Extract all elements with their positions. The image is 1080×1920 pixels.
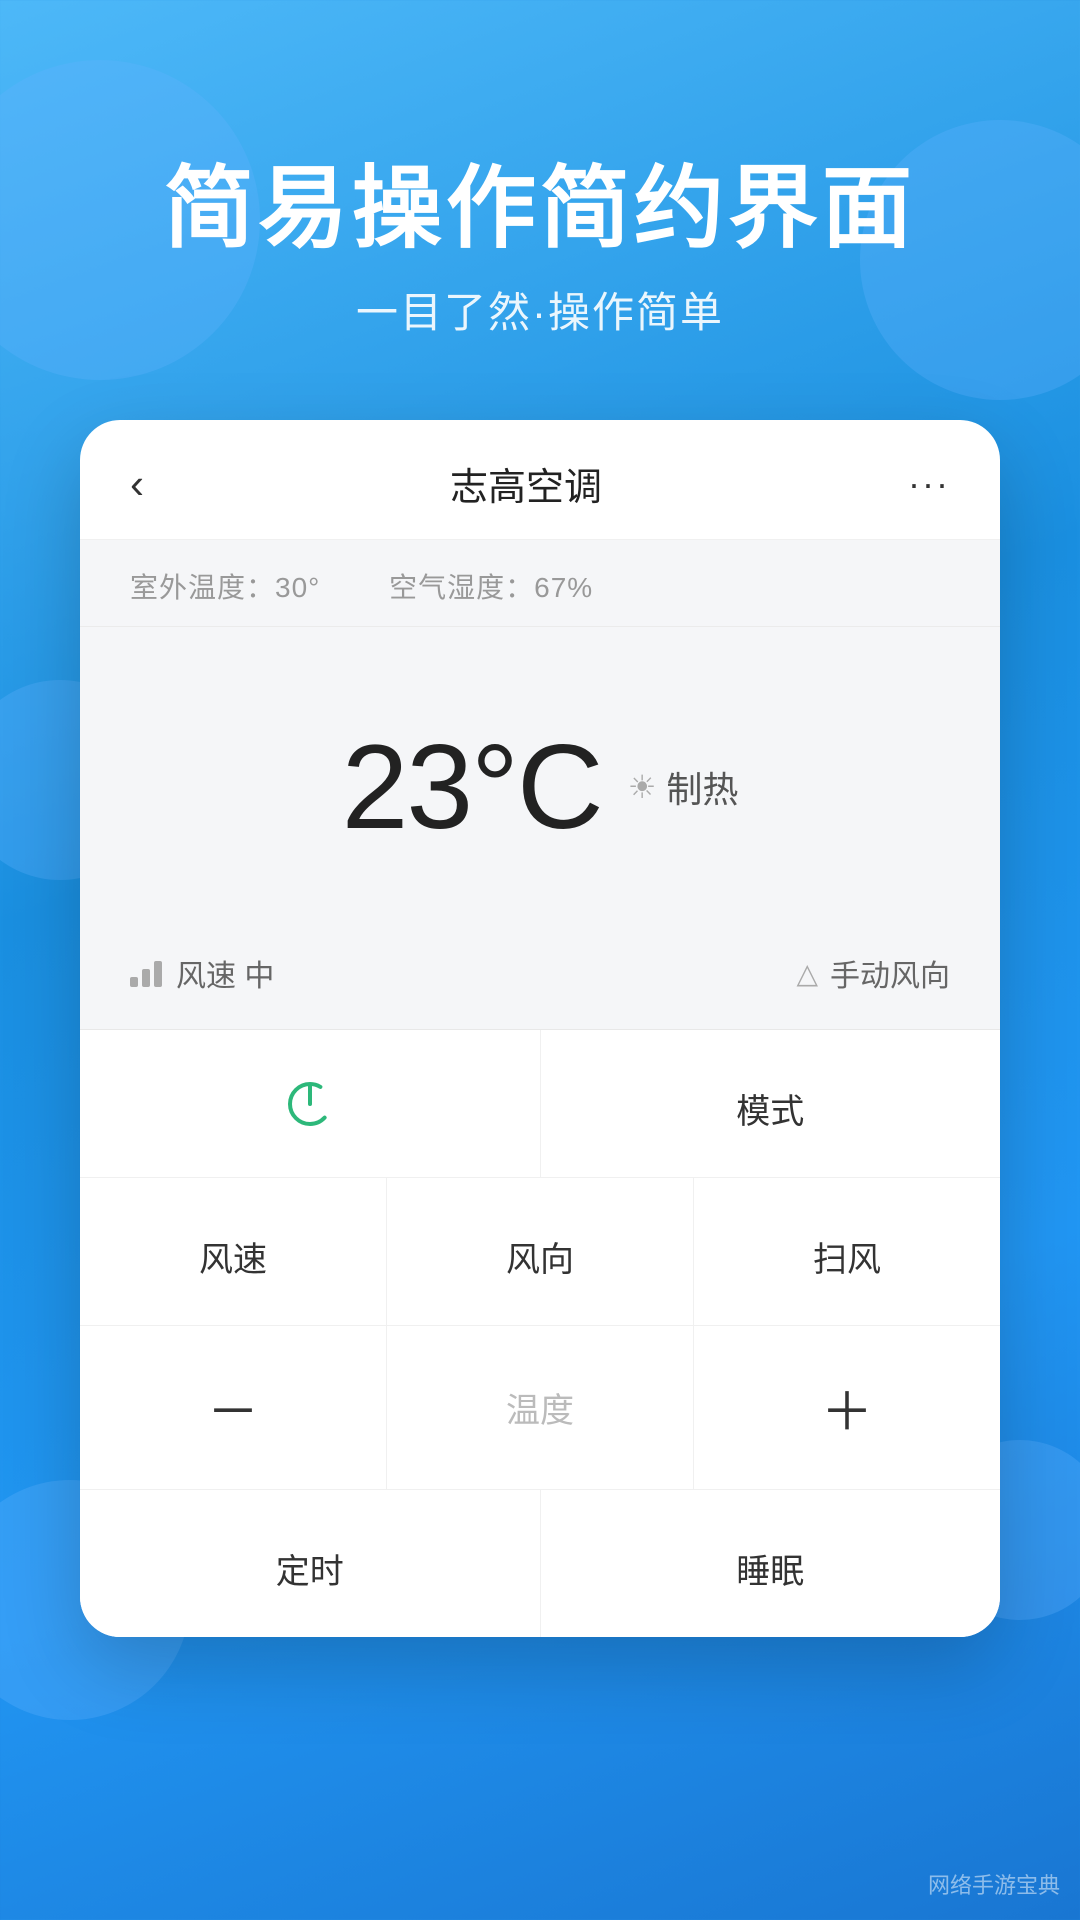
temp-main: 23°C ☀ 制热 (342, 718, 739, 856)
mode-button[interactable]: 模式 (541, 1030, 1001, 1177)
temp-plus-icon: ＋ (821, 1370, 873, 1445)
phone-card: ‹ 志高空调 ··· 室外温度：30° 空气湿度：67% 23°C ☀ 制热 风… (80, 420, 1000, 1637)
temp-display-area: 23°C ☀ 制热 (80, 627, 1000, 927)
header-section: 简易操作简约界面 一目了然·操作简单 (0, 160, 1080, 340)
wind-dir-button[interactable]: 风向 (387, 1178, 694, 1325)
sweep-btn-label: 扫风 (813, 1232, 881, 1281)
sleep-button[interactable]: 睡眠 (541, 1490, 1001, 1637)
control-row-1: 模式 (80, 1030, 1000, 1178)
back-button[interactable]: ‹ (130, 460, 144, 508)
fan-bar: 风速 中 △ 手动风向 (80, 927, 1000, 1030)
timer-label: 定时 (276, 1544, 344, 1593)
watermark: 网络手游宝典 (928, 1868, 1060, 1900)
card-header: ‹ 志高空调 ··· (80, 420, 1000, 540)
fan-direction-label: 手动风向 (830, 951, 950, 995)
fan-speed-btn-label: 风速 (199, 1232, 267, 1281)
fan-bar-seg-1 (130, 977, 138, 987)
fan-bar-seg-2 (142, 969, 150, 987)
sun-icon: ☀ (628, 768, 657, 806)
fan-bars-icon (130, 959, 162, 987)
more-button[interactable]: ··· (908, 463, 950, 505)
temp-increase-button[interactable]: ＋ (694, 1326, 1000, 1489)
weather-info: 室外温度：30° 空气湿度：67% (130, 572, 653, 603)
control-row-3: － 温度 ＋ (80, 1326, 1000, 1490)
main-title: 简易操作简约界面 (0, 160, 1080, 259)
card-title: 志高空调 (450, 456, 602, 511)
temp-mode-label: 制热 (666, 761, 738, 813)
fan-direction-display: △ 手动风向 (796, 951, 950, 995)
fan-speed-button[interactable]: 风速 (80, 1178, 387, 1325)
mode-label: 模式 (736, 1084, 804, 1133)
temp-decrease-button[interactable]: － (80, 1326, 387, 1489)
fan-speed-label: 风速 中 (176, 951, 274, 995)
humidity: 空气湿度：67% (389, 572, 593, 603)
sweep-button[interactable]: 扫风 (694, 1178, 1000, 1325)
sub-title: 一目了然·操作简单 (0, 279, 1080, 340)
temp-label: 温度 (506, 1383, 574, 1432)
wind-dir-btn-label: 风向 (506, 1232, 574, 1281)
timer-button[interactable]: 定时 (80, 1490, 541, 1637)
temp-label-cell: 温度 (387, 1326, 694, 1489)
control-row-4: 定时 睡眠 (80, 1490, 1000, 1637)
power-button[interactable] (80, 1030, 541, 1177)
sleep-label: 睡眠 (736, 1544, 804, 1593)
temp-minus-icon: － (207, 1370, 259, 1445)
wind-icon: △ (796, 957, 818, 990)
control-grid: 模式 风速 风向 扫风 － 温度 ＋ (80, 1030, 1000, 1637)
weather-bar: 室外温度：30° 空气湿度：67% (80, 540, 1000, 627)
temp-mode: ☀ 制热 (628, 761, 739, 813)
outdoor-temp: 室外温度：30° (130, 572, 320, 603)
fan-bar-seg-3 (154, 961, 162, 987)
fan-speed-display: 风速 中 (130, 951, 274, 995)
control-row-2: 风速 风向 扫风 (80, 1178, 1000, 1326)
temp-value: 23°C (342, 718, 602, 856)
